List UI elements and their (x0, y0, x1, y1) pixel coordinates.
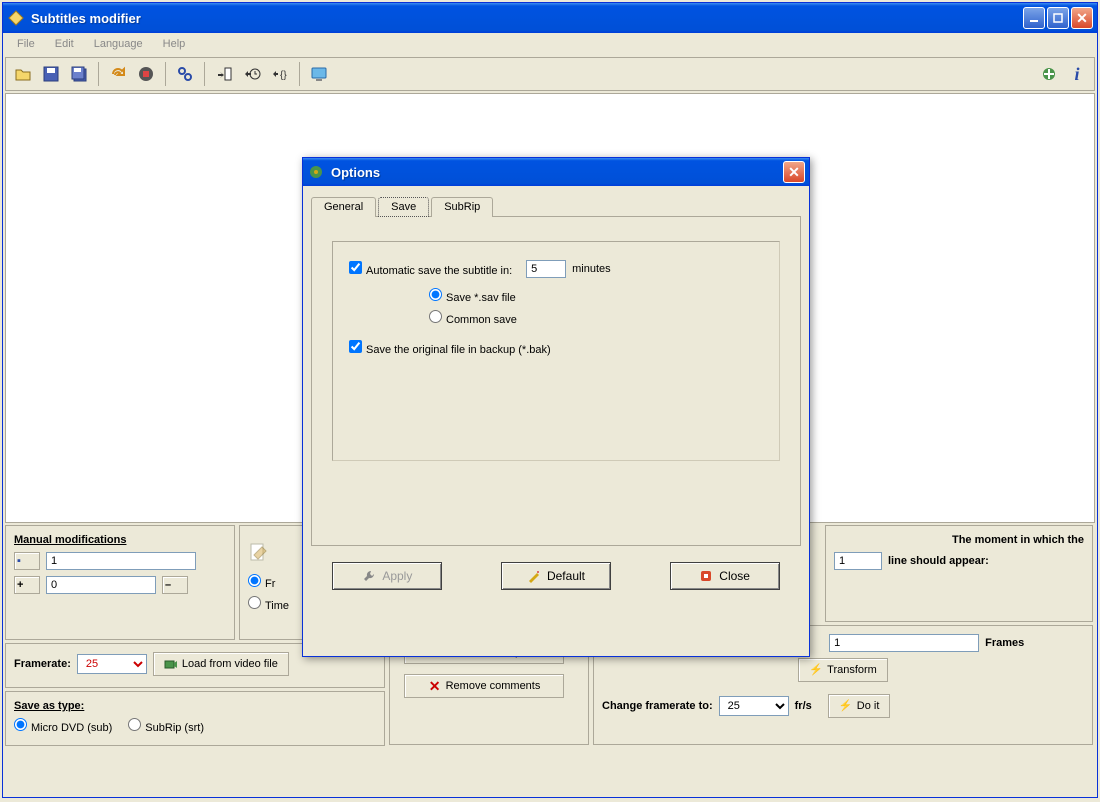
autosave-minutes-input[interactable] (526, 260, 566, 278)
app-icon (7, 9, 25, 27)
shift-right-icon[interactable] (211, 61, 237, 87)
toolbar: {} i (5, 57, 1095, 91)
wand-icon (527, 569, 541, 583)
dialog-title: Options (331, 165, 783, 180)
find-icon[interactable] (172, 61, 198, 87)
open-icon[interactable] (10, 61, 36, 87)
radio-microdvd[interactable]: Micro DVD (sub) (14, 718, 112, 734)
monitor-icon[interactable] (306, 61, 332, 87)
manual-modifications-group: Manual modifications ▪ + – (5, 525, 235, 640)
autosave-checkbox[interactable]: Automatic save the subtitle in: (349, 261, 512, 277)
remove-comments-button[interactable]: ✕ Remove comments (404, 674, 564, 698)
menu-language[interactable]: Language (86, 36, 151, 52)
save-icon[interactable] (38, 61, 64, 87)
frames-label-2: Frames (985, 637, 1024, 649)
options-icon (307, 163, 325, 181)
close-button[interactable]: ✕ (1071, 7, 1093, 29)
radio-save-sav[interactable]: Save *.sav file (429, 288, 516, 304)
window-controls: ✕ (1023, 7, 1093, 29)
time-shift-icon[interactable] (239, 61, 265, 87)
menu-help[interactable]: Help (155, 36, 194, 52)
app-title: Subtitles modifier (31, 11, 1023, 26)
dialog-titlebar[interactable]: Options ✕ (303, 158, 809, 186)
lightning-icon-2: ⚡ (839, 699, 853, 713)
main-titlebar[interactable]: Subtitles modifier ✕ (3, 3, 1097, 33)
radio-subrip[interactable]: SubRip (srt) (128, 718, 204, 734)
save-options-frame: Automatic save the subtitle in: minutes … (332, 241, 780, 461)
wrench-icon (362, 569, 376, 583)
backup-checkbox[interactable]: Save the original file in backup (*.bak) (349, 340, 551, 356)
tab-save[interactable]: Save (378, 197, 429, 217)
manual-value-2[interactable] (46, 576, 156, 594)
radio-time[interactable]: Time (248, 596, 289, 612)
info-icon[interactable]: i (1064, 61, 1090, 87)
manual-title: Manual modifications (14, 534, 226, 546)
change-framerate-label: Change framerate to: (602, 700, 713, 712)
dialog-button-row: Apply Default Close (303, 554, 809, 598)
snap-button[interactable]: ▪ (14, 552, 40, 570)
menu-edit[interactable]: Edit (47, 36, 82, 52)
options-dialog: Options ✕ General Save SubRip Automatic … (302, 157, 810, 657)
redo-icon[interactable] (105, 61, 131, 87)
frames-input-1[interactable] (829, 634, 979, 652)
framerate-select[interactable]: 25 (77, 654, 147, 674)
radio-frames[interactable]: Fr (248, 574, 275, 590)
line-number-input[interactable] (834, 552, 882, 570)
tab-general[interactable]: General (311, 197, 376, 217)
tab-subrip[interactable]: SubRip (431, 197, 493, 217)
default-button[interactable]: Default (501, 562, 611, 590)
tab-strip: General Save SubRip (303, 187, 809, 217)
frs-label: fr/s (795, 700, 812, 712)
save-all-icon[interactable] (66, 61, 92, 87)
moment-group: The moment in which the line should appe… (825, 525, 1093, 622)
do-it-button[interactable]: ⚡ Do it (828, 694, 891, 718)
framerate-label: Framerate: (14, 658, 71, 670)
lightning-icon: ⚡ (809, 663, 823, 677)
radio-common-save[interactable]: Common save (429, 310, 517, 326)
braces-icon[interactable]: {} (267, 61, 293, 87)
minutes-label: minutes (572, 263, 611, 275)
save-as-type-group: Save as type: Micro DVD (sub) SubRip (sr… (5, 691, 385, 746)
menu-file[interactable]: File (9, 36, 43, 52)
menubar: File Edit Language Help (3, 33, 1097, 55)
x-icon: ✕ (428, 679, 442, 693)
apply-button[interactable]: Apply (332, 562, 442, 590)
svg-text:{}: {} (280, 70, 287, 81)
dialog-close-button[interactable]: ✕ (783, 161, 805, 183)
minus-button[interactable]: – (162, 576, 188, 594)
change-framerate-select[interactable]: 25 (719, 696, 789, 716)
tab-body: Automatic save the subtitle in: minutes … (311, 216, 801, 546)
stop-small-icon (699, 569, 713, 583)
minimize-button[interactable] (1023, 7, 1045, 29)
camera-icon (164, 657, 178, 671)
plus-button[interactable]: + (14, 576, 40, 594)
manual-value-1[interactable] (46, 552, 196, 570)
maximize-button[interactable] (1047, 7, 1069, 29)
load-from-video-button[interactable]: Load from video file (153, 652, 289, 676)
stop-icon[interactable] (133, 61, 159, 87)
moment-label: The moment in which the (952, 534, 1084, 546)
plugin-icon[interactable] (1036, 61, 1062, 87)
edit-document-icon[interactable] (248, 542, 270, 567)
transform-button[interactable]: ⚡ Transform (798, 658, 888, 682)
close-dialog-button[interactable]: Close (670, 562, 780, 590)
line-should-label: line should appear: (888, 555, 989, 567)
save-as-title: Save as type: (14, 700, 376, 712)
